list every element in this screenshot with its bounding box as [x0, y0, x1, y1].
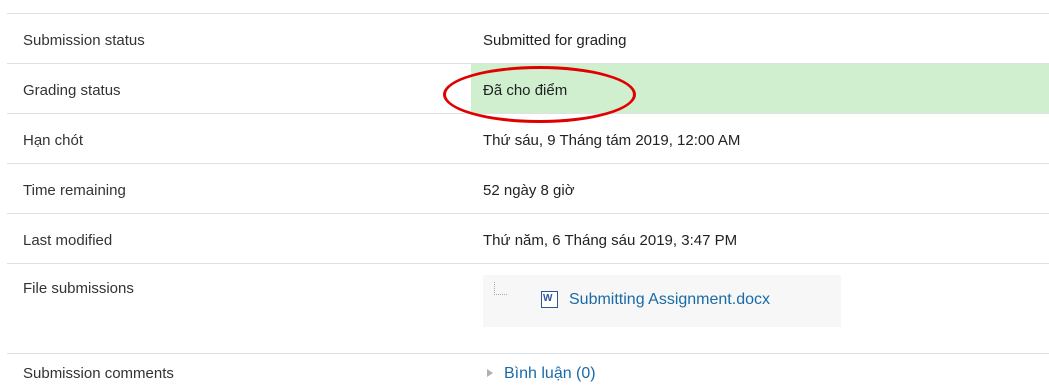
submitted-file-link[interactable]: Submitting Assignment.docx — [569, 290, 770, 309]
row-label: Time remaining — [7, 163, 471, 214]
row-label: Submission status — [7, 13, 471, 64]
grading-status-value: Đã cho điểm — [471, 63, 1049, 114]
table-row-grading-status: Grading status Đã cho điểm — [7, 63, 1049, 114]
row-label: Hạn chót — [7, 113, 471, 164]
comments-cell: Bình luận (0) — [471, 353, 1049, 383]
row-value: Thứ năm, 6 Tháng sáu 2019, 3:47 PM — [471, 213, 1049, 264]
table-row-due-date: Hạn chót Thứ sáu, 9 Tháng tám 2019, 12:0… — [7, 113, 1049, 164]
row-label: Grading status — [7, 63, 471, 114]
table-row-submission-comments: Submission comments Bình luận (0) — [7, 353, 1049, 383]
row-label: Submission comments — [7, 353, 471, 383]
table-row-last-modified: Last modified Thứ năm, 6 Tháng sáu 2019,… — [7, 213, 1049, 264]
comments-toggle-link[interactable]: Bình luận (0) — [483, 365, 596, 382]
file-tree: W Submitting Assignment.docx — [483, 275, 841, 327]
caret-right-icon — [487, 368, 493, 377]
file-submissions-cell: W Submitting Assignment.docx — [471, 263, 1049, 354]
table-row-file-submissions: File submissions W Submitting Assignment… — [7, 263, 1049, 354]
table-row-time-remaining: Time remaining 52 ngày 8 giờ — [7, 163, 1049, 214]
tree-connector — [494, 282, 507, 295]
table-row-submission-status: Submission status Submitted for grading — [7, 13, 1049, 64]
row-value: Thứ sáu, 9 Tháng tám 2019, 12:00 AM — [471, 113, 1049, 164]
word-doc-icon: W — [541, 291, 558, 308]
submission-status-panel: Submission status Submitted for grading … — [0, 0, 1049, 392]
submission-status-table: Submission status Submitted for grading … — [7, 13, 1049, 383]
row-label: Last modified — [7, 213, 471, 264]
comments-link-label: Bình luận (0) — [504, 365, 596, 382]
row-value: 52 ngày 8 giờ — [471, 163, 1049, 214]
row-value: Submitted for grading — [471, 13, 1049, 64]
word-doc-icon-glyph: W — [543, 293, 553, 304]
row-label: File submissions — [7, 263, 471, 354]
